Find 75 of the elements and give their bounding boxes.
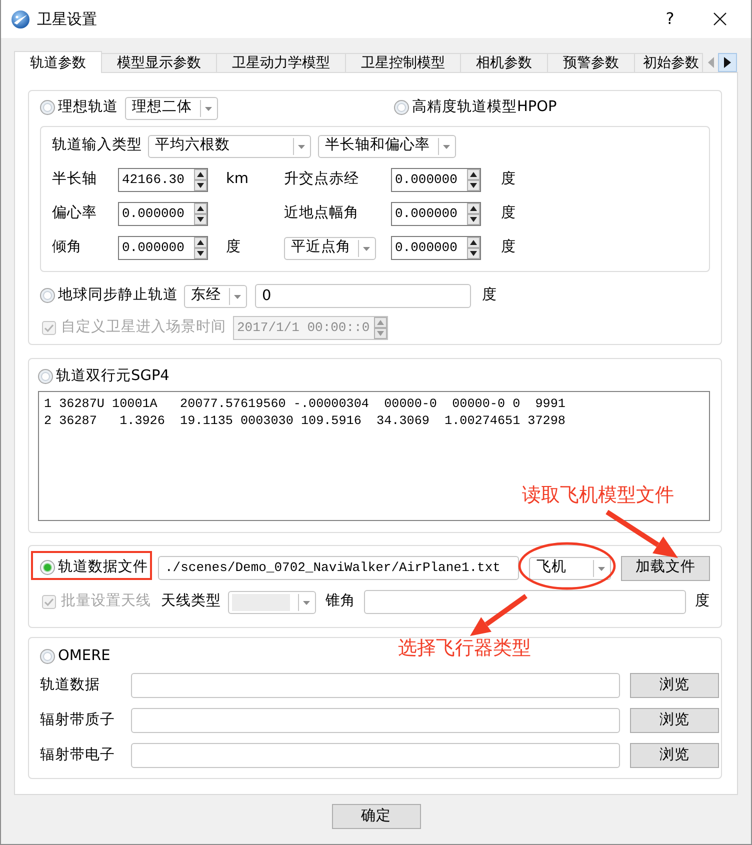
radio-icon[interactable] bbox=[40, 560, 55, 576]
text-field[interactable]: 0 bbox=[255, 284, 471, 308]
radio-icon[interactable] bbox=[40, 288, 55, 304]
radio-button[interactable]: 地球同步静止轨道 bbox=[40, 287, 178, 305]
tab[interactable]: 预警参数 bbox=[547, 53, 635, 72]
tab[interactable]: 相机参数 bbox=[460, 53, 548, 72]
spinner-arrows-icon[interactable] bbox=[467, 203, 480, 225]
field-label: 半长轴 bbox=[52, 171, 98, 189]
dropdown[interactable]: 飞机 bbox=[529, 556, 612, 580]
tab[interactable]: 轨道参数 bbox=[14, 51, 102, 73]
close-icon[interactable] bbox=[713, 12, 727, 26]
spin-box[interactable]: 0.000000 bbox=[118, 236, 208, 260]
radio-button[interactable]: 轨道双行元SGP4 bbox=[38, 368, 170, 386]
input-field[interactable] bbox=[131, 708, 620, 733]
input-field[interactable] bbox=[364, 590, 686, 614]
field-label: 轨道数据 bbox=[40, 676, 101, 694]
radio-button[interactable]: 理想轨道 bbox=[40, 99, 118, 117]
radio-icon[interactable] bbox=[40, 649, 55, 664]
unit-label: 度 bbox=[225, 239, 242, 257]
spin-box[interactable]: 0.000000 bbox=[391, 236, 481, 260]
radio-button[interactable]: 高精度轨道模型HPOP bbox=[394, 99, 557, 117]
radio-button[interactable]: OMERE bbox=[40, 648, 110, 666]
spin-box[interactable]: 0.000000 bbox=[391, 168, 481, 192]
unit-label: 度 bbox=[500, 205, 517, 223]
browse-button[interactable]: 浏览 bbox=[630, 673, 719, 698]
browse-button[interactable]: 浏览 bbox=[630, 708, 719, 733]
annotation-text: 选择飞行器类型 bbox=[398, 638, 531, 659]
spin-box[interactable]: 0.000000 bbox=[118, 202, 208, 226]
field-label: 倾角 bbox=[52, 239, 83, 257]
tab[interactable]: 初始参数 bbox=[634, 53, 703, 72]
radio-button[interactable]: 轨道数据文件 bbox=[40, 559, 148, 577]
unit-label: 度 bbox=[500, 171, 517, 189]
input-field[interactable] bbox=[131, 743, 620, 768]
field-label: 锥角 bbox=[326, 593, 356, 611]
unit-label: 度 bbox=[482, 287, 497, 305]
dropdown[interactable]: 理想二体 bbox=[125, 96, 218, 120]
dropdown[interactable]: 东经 bbox=[184, 284, 247, 308]
tab[interactable]: 模型显示参数 bbox=[101, 53, 217, 72]
field-label: 轨道输入类型 bbox=[52, 137, 143, 155]
field-label: 辐射带质子 bbox=[40, 712, 116, 730]
globe-icon bbox=[11, 10, 30, 28]
browse-button[interactable]: 浏览 bbox=[630, 743, 719, 768]
field-label: 偏心率 bbox=[52, 205, 98, 223]
spin-box[interactable]: 42166.30 bbox=[118, 168, 208, 192]
field-label: 近地点幅角 bbox=[284, 205, 360, 223]
spin-box[interactable]: 0.000000 bbox=[391, 202, 481, 226]
dropdown[interactable]: 半长轴和偏心率 bbox=[318, 134, 456, 158]
unit-label: 度 bbox=[500, 239, 517, 257]
spinner-arrows-icon[interactable] bbox=[194, 169, 207, 191]
spinner-arrows-icon[interactable] bbox=[194, 237, 207, 259]
tab[interactable]: 卫星控制模型 bbox=[345, 53, 461, 72]
annotation-text: 读取飞机模型文件 bbox=[522, 485, 674, 506]
radio-icon[interactable] bbox=[394, 100, 409, 116]
dropdown[interactable]: 平均六根数 bbox=[148, 134, 311, 158]
tab-scroll-button[interactable] bbox=[718, 53, 737, 72]
field-label: 升交点赤经 bbox=[284, 171, 360, 189]
radio-icon[interactable] bbox=[40, 100, 55, 116]
spinner-arrows-icon[interactable] bbox=[467, 169, 480, 191]
help-button[interactable]: ? bbox=[655, 4, 685, 34]
radio-icon[interactable] bbox=[38, 369, 53, 384]
ok-button[interactable]: 确定 bbox=[332, 804, 420, 829]
unit-label: km bbox=[225, 171, 250, 189]
spinner-arrows-icon[interactable] bbox=[467, 237, 480, 259]
triangle-right-icon bbox=[724, 57, 731, 68]
dropdown[interactable]: 平近点角 bbox=[284, 236, 376, 260]
field-label: 天线类型 bbox=[161, 593, 221, 611]
unit-label: 度 bbox=[695, 593, 710, 611]
spinner-arrows-icon[interactable] bbox=[194, 203, 207, 225]
dropdown[interactable] bbox=[228, 590, 316, 614]
field-label: 辐射带电子 bbox=[40, 746, 116, 764]
input-field[interactable] bbox=[131, 673, 620, 698]
load-file-button[interactable]: 加载文件 bbox=[621, 556, 710, 580]
window-title: 卫星设置 bbox=[37, 10, 97, 28]
tab[interactable]: 卫星动力学模型 bbox=[216, 53, 346, 72]
text-field[interactable]: ./scenes/Demo_0702_NaviWalker/AirPlane1.txt bbox=[158, 556, 520, 580]
